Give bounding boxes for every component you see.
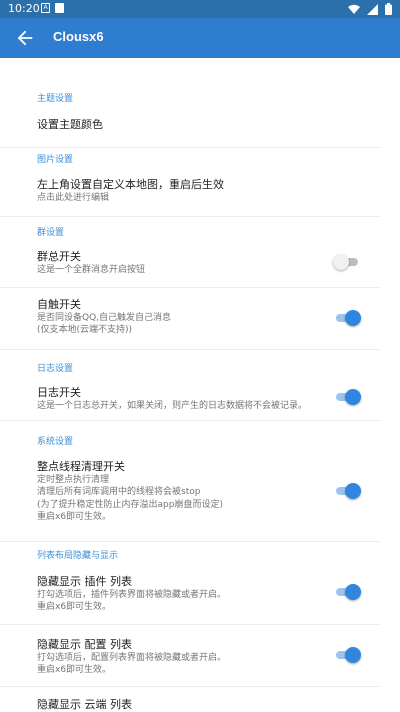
- divider: [0, 686, 380, 687]
- pref-self-trigger-switch[interactable]: 自触开关 是否同设备QQ,自己触发自己消息 (仅支本地(云端不支持)): [0, 288, 400, 350]
- hide-plugin-list-toggle[interactable]: [333, 584, 361, 600]
- status-bar: 10:20 A: [0, 0, 400, 18]
- arrow-back-icon[interactable]: [14, 27, 36, 49]
- switch-thumb: [345, 584, 361, 600]
- pref-title: 左上角设置自定义本地图，重启后生效: [37, 178, 224, 191]
- signal-icon: [367, 3, 378, 15]
- pref-summary: 打勾选项后，插件列表界面将被隐藏或者开启。 重启x6即可生效。: [37, 590, 227, 613]
- hide-config-list-toggle[interactable]: [333, 647, 361, 663]
- divider: [0, 147, 380, 148]
- pref-summary: 是否同设备QQ,自己触发自己消息 (仅支本地(云端不支持)): [37, 313, 172, 336]
- page-title: Clousx6: [53, 29, 104, 44]
- battery-icon: [385, 3, 392, 15]
- switch-thumb: [345, 647, 361, 663]
- section-header-system: 系统设置: [37, 437, 74, 447]
- divider: [0, 541, 380, 542]
- pref-group-master-switch[interactable]: 群总开关 这是一个全群消息开启按钮: [0, 240, 400, 290]
- pref-hide-plugin-list[interactable]: 隐藏显示 插件 列表 打勾选项后，插件列表界面将被隐藏或者开启。 重启x6即可生…: [0, 565, 400, 625]
- section-header-theme: 主题设置: [37, 94, 74, 104]
- pref-title: 自触开关: [37, 298, 81, 311]
- log-toggle[interactable]: [333, 389, 361, 405]
- divider: [0, 624, 380, 625]
- pref-title: 日志开关: [37, 386, 81, 399]
- pref-title: 隐藏显示 插件 列表: [37, 575, 132, 588]
- square-icon: [55, 3, 64, 13]
- wifi-icon: [348, 4, 360, 14]
- pref-hide-cloud-list[interactable]: 隐藏显示 云端 列表: [0, 690, 400, 711]
- pref-title: 设置主题颜色: [37, 118, 103, 131]
- pref-summary: 这是一个全群消息开启按钮: [37, 265, 146, 275]
- thread-cleanup-toggle[interactable]: [333, 483, 361, 499]
- section-header-group: 群设置: [37, 228, 65, 238]
- section-header-list-layout: 列表布局隐藏与显示: [37, 551, 119, 561]
- switch-thumb: [345, 389, 361, 405]
- app-bar: Clousx6: [0, 18, 400, 58]
- pref-thread-cleanup-switch[interactable]: 整点线程清理开关 定时整点执行清理 清理后所有词库调用中的线程将会被stop (…: [0, 450, 400, 542]
- pref-title: 群总开关: [37, 250, 81, 263]
- pref-summary: 点击此处进行编辑: [37, 193, 110, 203]
- switch-thumb: [345, 483, 361, 499]
- pref-title: 整点线程清理开关: [37, 460, 125, 473]
- pref-summary: 打勾选项后，配置列表界面将被隐藏或者开启。 重启x6即可生效。: [37, 653, 227, 676]
- pref-log-switch[interactable]: 日志开关 这是一个日志总开关，如果关闭，则产生的日志数据将不会被记录。: [0, 376, 400, 421]
- switch-thumb: [345, 310, 361, 326]
- section-header-log: 日志设置: [37, 364, 74, 374]
- a-icon: A: [41, 3, 50, 13]
- pref-theme-color[interactable]: 设置主题颜色: [0, 108, 400, 148]
- divider: [0, 216, 380, 217]
- pref-hide-config-list[interactable]: 隐藏显示 配置 列表 打勾选项后，配置列表界面将被隐藏或者开启。 重启x6即可生…: [0, 628, 400, 688]
- status-time: 10:20: [8, 2, 40, 15]
- pref-summary: 定时整点执行清理 清理后所有词库调用中的线程将会被stop (为了提升稳定性防止…: [37, 475, 223, 522]
- self-trigger-toggle[interactable]: [333, 310, 361, 326]
- system-icons: [348, 2, 392, 16]
- group-master-toggle[interactable]: [333, 254, 361, 270]
- pref-custom-image[interactable]: 左上角设置自定义本地图，重启后生效 点击此处进行编辑: [0, 168, 400, 218]
- divider: [0, 349, 380, 350]
- pref-title: 隐藏显示 配置 列表: [37, 638, 132, 651]
- divider: [0, 420, 380, 421]
- pref-summary: 这是一个日志总开关，如果关闭，则产生的日志数据将不会被记录。: [37, 401, 308, 411]
- section-header-image: 图片设置: [37, 155, 74, 165]
- switch-thumb: [333, 254, 349, 270]
